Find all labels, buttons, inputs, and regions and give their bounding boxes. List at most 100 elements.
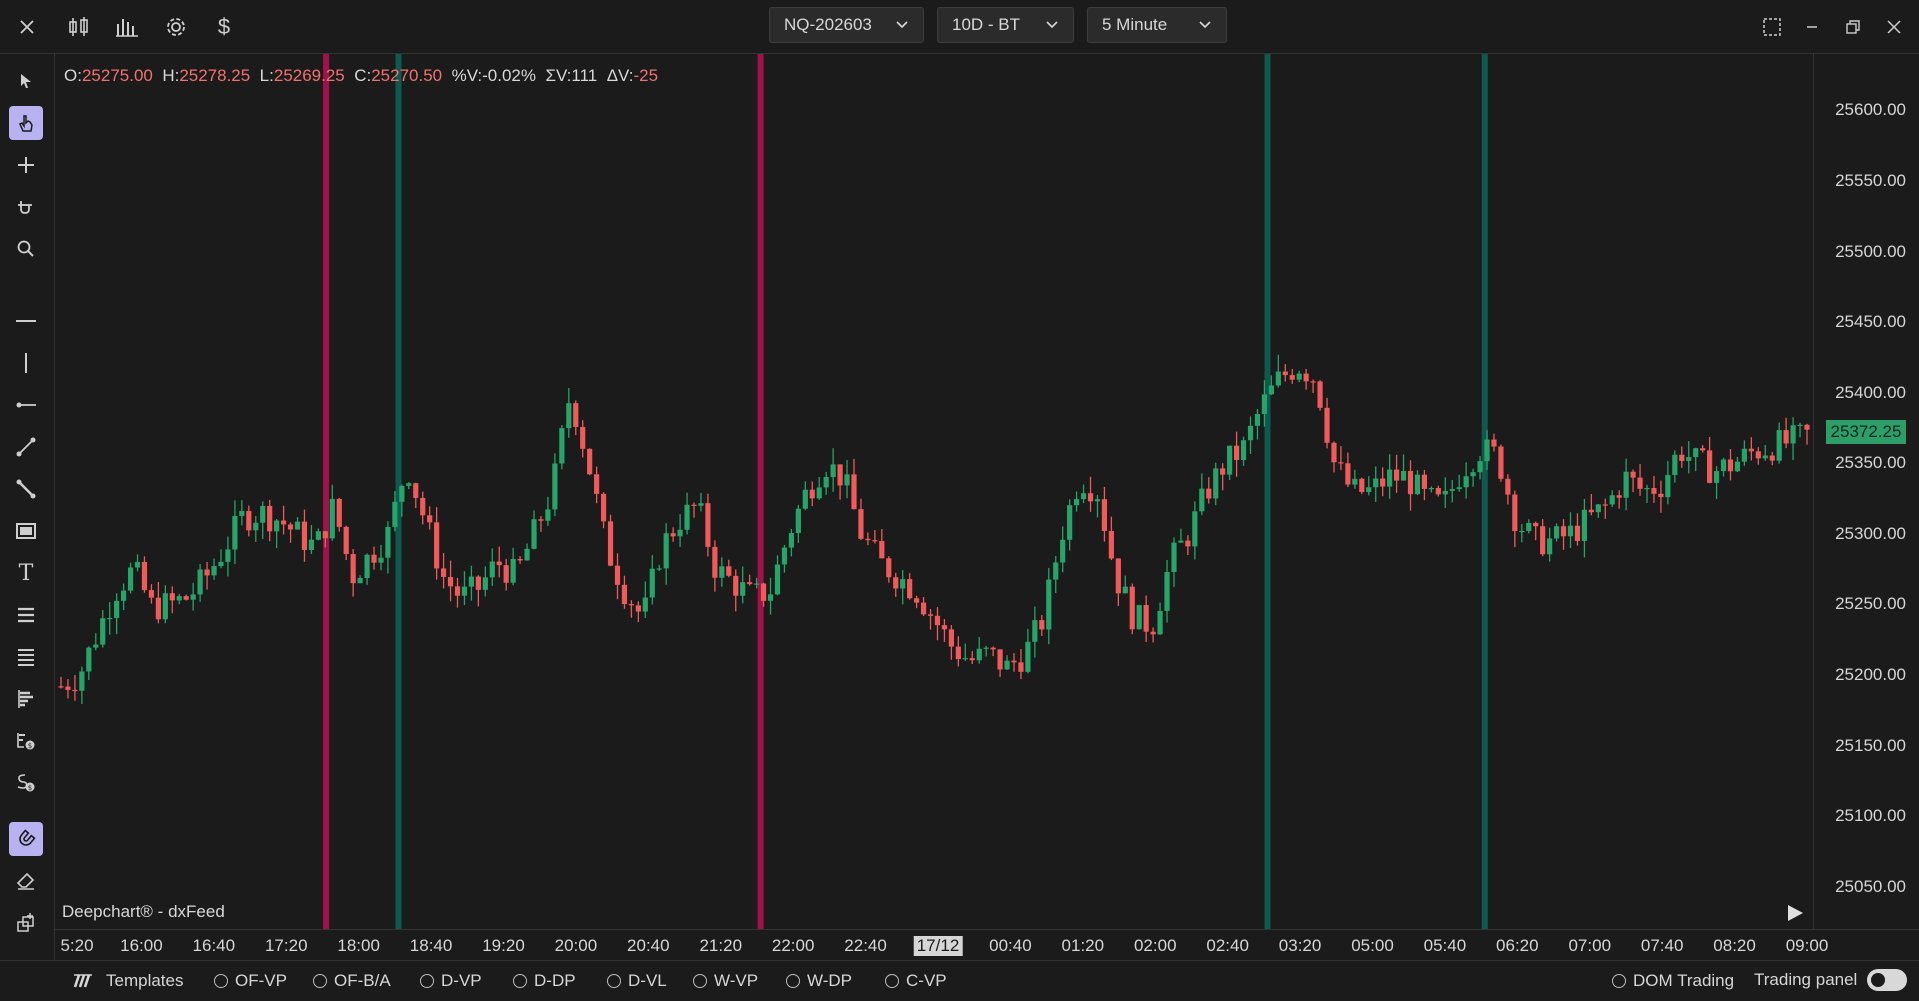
symbol-dropdown[interactable]: NQ-202603 bbox=[769, 7, 924, 43]
candle bbox=[809, 481, 815, 507]
candle-body bbox=[663, 533, 669, 569]
candle bbox=[1366, 476, 1372, 496]
dom-trading-option[interactable]: DOM Trading bbox=[1612, 971, 1734, 991]
volume-profile-tool-icon[interactable] bbox=[9, 682, 43, 716]
interval-dropdown[interactable]: 5 Minute bbox=[1087, 7, 1227, 43]
candle bbox=[1679, 446, 1685, 468]
candle-body bbox=[260, 505, 266, 523]
settings-icon[interactable] bbox=[161, 12, 191, 42]
candle-body bbox=[127, 567, 134, 591]
candle-body bbox=[1380, 478, 1386, 487]
overlay-option[interactable]: W-DP bbox=[786, 971, 852, 991]
radio-icon bbox=[786, 974, 800, 988]
text-tool-icon[interactable]: T bbox=[9, 556, 43, 590]
candle-body bbox=[1387, 469, 1393, 487]
magnet-cursor-icon[interactable] bbox=[9, 190, 43, 224]
candle bbox=[816, 476, 822, 501]
candle-body bbox=[1526, 522, 1532, 531]
overlay-option[interactable]: OF-B/A bbox=[313, 971, 391, 991]
candle bbox=[893, 572, 899, 597]
dollar-icon[interactable]: $ bbox=[209, 12, 239, 42]
templates-button[interactable]: Templates bbox=[72, 971, 183, 991]
overlay-option[interactable]: OF-VP bbox=[214, 971, 287, 991]
candle-body bbox=[1512, 494, 1518, 532]
candle bbox=[1540, 519, 1546, 557]
candle-body bbox=[86, 647, 92, 672]
candle-body bbox=[1094, 499, 1101, 502]
candle bbox=[1129, 583, 1135, 635]
candlestick-icon[interactable] bbox=[64, 12, 94, 42]
candle-body bbox=[1790, 425, 1796, 444]
bar-chart-icon[interactable] bbox=[112, 12, 142, 42]
hand-pointer-icon[interactable] bbox=[9, 106, 43, 140]
candle bbox=[141, 556, 148, 593]
overlay-option[interactable]: C-VP bbox=[885, 971, 947, 991]
window-close-icon[interactable] bbox=[1879, 12, 1909, 42]
overlay-option[interactable]: D-VP bbox=[420, 971, 482, 991]
candle bbox=[406, 482, 412, 490]
candle-body bbox=[1206, 488, 1212, 499]
fib-extension-icon[interactable] bbox=[9, 640, 43, 674]
time-tick-label: 22:40 bbox=[844, 936, 887, 955]
channel-icon[interactable] bbox=[9, 472, 43, 506]
candle bbox=[1380, 467, 1386, 497]
crosshair-icon[interactable] bbox=[9, 148, 43, 182]
candle bbox=[545, 496, 551, 526]
rectangle-icon[interactable] bbox=[9, 514, 43, 548]
overlay-option[interactable]: D-DP bbox=[513, 971, 576, 991]
vertical-line-icon[interactable] bbox=[9, 346, 43, 380]
candle-body bbox=[1317, 381, 1323, 408]
overlay-option[interactable]: W-VP bbox=[693, 971, 758, 991]
horizontal-line-icon[interactable] bbox=[9, 304, 43, 338]
toggle-switch[interactable] bbox=[1867, 969, 1908, 991]
candle-body bbox=[1192, 511, 1198, 547]
overlay-option-label: OF-VP bbox=[235, 971, 287, 990]
bookmap-settings-icon[interactable]: $ bbox=[9, 724, 43, 758]
overlay-option[interactable]: D-VL bbox=[607, 971, 667, 991]
candle bbox=[587, 448, 593, 476]
candle-body bbox=[1456, 487, 1462, 490]
range-dropdown[interactable]: 10D - BT bbox=[937, 7, 1074, 43]
candle bbox=[594, 466, 600, 504]
candle bbox=[1442, 477, 1448, 508]
candle bbox=[315, 528, 321, 541]
strategy-settings-icon[interactable]: $ bbox=[9, 766, 43, 800]
candle bbox=[503, 558, 509, 591]
candle bbox=[837, 464, 843, 500]
maximize-icon[interactable] bbox=[1757, 12, 1787, 42]
cursor-icon[interactable] bbox=[9, 64, 43, 98]
restore-icon[interactable] bbox=[1838, 12, 1868, 42]
ray-icon[interactable] bbox=[9, 388, 43, 422]
fib-retracement-icon[interactable] bbox=[9, 598, 43, 632]
minimize-icon[interactable] bbox=[1797, 12, 1827, 42]
play-icon[interactable] bbox=[1784, 902, 1806, 924]
candle-body bbox=[461, 586, 468, 596]
candle bbox=[1630, 469, 1636, 493]
candle-body bbox=[378, 557, 384, 563]
trend-line-icon[interactable] bbox=[9, 430, 43, 464]
session-divider-line bbox=[1264, 54, 1271, 929]
trading-panel-toggle[interactable]: Trading panel bbox=[1754, 969, 1908, 991]
eraser-icon[interactable] bbox=[9, 864, 43, 898]
close-icon[interactable] bbox=[12, 12, 42, 42]
time-axis[interactable]: 5:20 16:00 16:40 17:20 18:00 18:40 19:20 20:00 2… bbox=[55, 929, 1919, 960]
candle bbox=[969, 651, 975, 665]
candle bbox=[1053, 555, 1059, 593]
candle bbox=[434, 507, 440, 580]
candle bbox=[357, 575, 363, 584]
candle bbox=[475, 575, 481, 607]
candle-body bbox=[148, 590, 155, 598]
candle-body bbox=[1289, 375, 1295, 380]
candle bbox=[176, 593, 182, 605]
candle bbox=[1227, 445, 1233, 480]
candle-body bbox=[1727, 459, 1734, 472]
magnet-icon[interactable] bbox=[9, 822, 43, 856]
layers-icon[interactable] bbox=[9, 906, 43, 940]
candle bbox=[580, 420, 586, 458]
zoom-icon[interactable] bbox=[9, 232, 43, 266]
candle bbox=[1623, 458, 1629, 511]
price-axis[interactable]: 25600.00 25550.00 25500.00 25450.00 25400.00… bbox=[1813, 54, 1919, 929]
candle bbox=[482, 566, 488, 597]
price-chart[interactable] bbox=[55, 54, 1813, 929]
candle bbox=[1616, 490, 1622, 509]
